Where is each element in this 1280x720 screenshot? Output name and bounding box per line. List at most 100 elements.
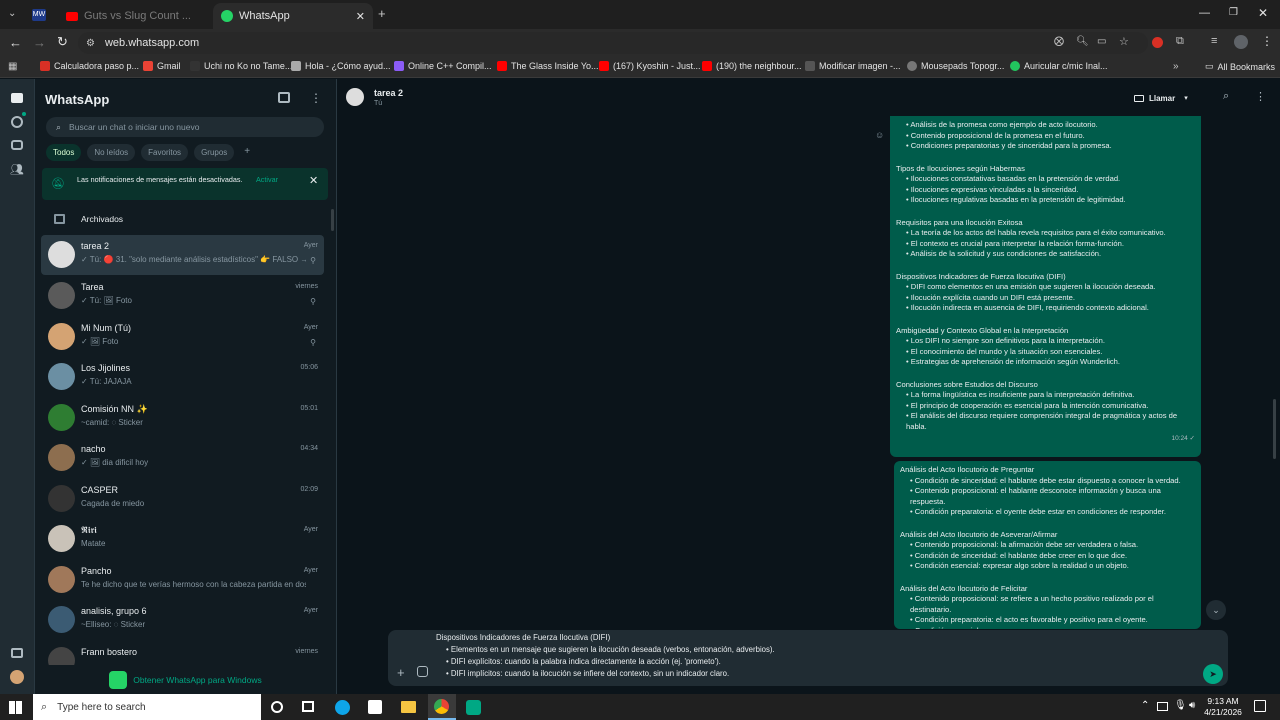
bookmark-2[interactable]: Gmail	[143, 61, 181, 71]
search-box[interactable]: ⌕ Buscar un chat o iniciar uno nuevo	[46, 117, 324, 137]
all-bookmarks[interactable]: ▭ All Bookmarks	[1205, 61, 1275, 72]
chat-menu-icon[interactable]: ⋮	[1255, 90, 1266, 103]
taskbar-search[interactable]: ⌕ Type here to search	[33, 694, 261, 720]
get-app-banner[interactable]: Obtener WhatsApp para Windows	[35, 665, 336, 694]
back-icon[interactable]: ←	[9, 35, 22, 50]
more-bookmarks-icon[interactable]: »	[1173, 61, 1179, 72]
message-bubble[interactable]: Análisis del Acto Ilocutorio de Pregunta…	[894, 461, 1201, 629]
bookmark-4[interactable]: Hola - ¿Cómo ayud...	[291, 61, 391, 71]
cortana-icon[interactable]	[271, 701, 283, 713]
search-chat-icon[interactable]: ⌕	[1223, 90, 1229, 103]
bookmark-7[interactable]: (167) Kyoshin - Just...	[599, 61, 701, 71]
tab-search-icon[interactable]: ⌄	[8, 8, 16, 19]
apps-grid-icon[interactable]: ▦	[8, 61, 17, 72]
scroll-down-button[interactable]: ⌄	[1206, 600, 1226, 620]
task-view-icon[interactable]	[302, 701, 314, 712]
new-chat-icon[interactable]	[278, 92, 290, 103]
reload-icon[interactable]: ↻	[57, 34, 68, 50]
edge-icon[interactable]	[335, 700, 350, 715]
communities-icon[interactable]: 👥︎	[10, 163, 24, 176]
add-filter-icon[interactable]: +	[240, 144, 254, 161]
search-placeholder: Buscar un chat o iniciar uno nuevo	[69, 122, 200, 132]
tab-whatsapp[interactable]: WhatsApp ✕	[213, 3, 373, 29]
close-window-button[interactable]: ✕	[1258, 6, 1268, 20]
windows-start-icon[interactable]	[9, 701, 22, 714]
media-gallery-icon[interactable]	[11, 648, 23, 658]
sticker-icon[interactable]	[417, 666, 428, 677]
network-icon[interactable]	[1157, 702, 1168, 711]
app-taskbar-icon[interactable]	[466, 700, 481, 715]
chat-name: 𝕽𝖎𝖗𝖎	[81, 525, 97, 535]
mic-icon[interactable]: 🎙︎	[1174, 700, 1187, 711]
call-button[interactable]: Llamar ▾	[1134, 90, 1188, 106]
close-notice-icon[interactable]: ✕	[309, 174, 318, 187]
chat-item-tarea[interactable]: Tarea ✓ Tú: 🖼 Foto viernes ⚲	[41, 276, 324, 316]
message-input[interactable]: Dispositivos Indicadores de Fuerza Ilocu…	[436, 632, 1196, 680]
chat-item-mi-num[interactable]: Mi Num (Tú) ✓ 🖼 Foto Ayer ⚲	[41, 317, 324, 357]
bookmark-9[interactable]: Modificar imagen -...	[805, 61, 901, 71]
bookmark-star-icon[interactable]: ☆	[1119, 35, 1129, 48]
bookmark-3[interactable]: Uchi no Ko no Tame...	[190, 61, 292, 71]
file-explorer-icon[interactable]	[401, 701, 416, 713]
menu-icon[interactable]: ⋮	[310, 91, 322, 105]
bullet-text: Ilocución explícita cuando un DIFI está …	[910, 292, 1075, 302]
volume-icon[interactable]: 🔊︎	[1189, 700, 1195, 711]
install-icon[interactable]: ▭	[1097, 36, 1106, 47]
chat-item-casper[interactable]: CASPER Cagada de miedo 02:09	[41, 479, 324, 519]
filter-grupos[interactable]: Grupos	[194, 144, 235, 161]
clock[interactable]: 9:13 AM 4/21/2026	[1200, 696, 1246, 718]
pinned-tab-mw[interactable]: MW	[32, 9, 46, 21]
settings-avatar[interactable]	[10, 670, 24, 684]
chat-item-analisis-grupo-6[interactable]: analisis, grupo 6 ~Elliseo: ◌ Sticker Ay…	[41, 600, 324, 640]
translate-icon[interactable]: ⨂	[1054, 36, 1064, 47]
filter-favoritos[interactable]: Favoritos	[141, 144, 189, 161]
bookmark-label: (167) Kyoshin - Just...	[613, 61, 701, 71]
chat-title[interactable]: tarea 2	[374, 88, 403, 98]
bookmark-5[interactable]: Online C++ Compil...	[394, 61, 492, 71]
chat-item-comision-nn[interactable]: Comisión NN ✨ ~camid: ◌ Sticker 05:01	[41, 398, 324, 438]
chat-avatar[interactable]	[346, 88, 364, 106]
chat-item-los-jijolines[interactable]: Los Jijolines ✓ Tú: JAJAJA 05:06	[41, 357, 324, 397]
message-bubble[interactable]: • Análisis de la promesa como ejemplo de…	[890, 116, 1201, 457]
archived-row[interactable]: Archivados	[42, 209, 328, 229]
filter-no-leidos[interactable]: No leídos	[87, 144, 136, 161]
bookmark-8[interactable]: (190) the neighbour...	[702, 61, 802, 71]
filter-todos[interactable]: Todos	[46, 144, 82, 161]
extension-icon[interactable]	[1152, 37, 1163, 48]
bookmark-6[interactable]: The Glass Inside Yo...	[497, 61, 599, 71]
extensions-puzzle-icon[interactable]: ⧉	[1176, 35, 1184, 48]
attach-icon[interactable]: +	[397, 665, 405, 680]
tray-up-icon[interactable]: ⌃	[1141, 700, 1149, 711]
new-tab-button[interactable]: +	[378, 6, 386, 21]
restore-button[interactable]: ❐	[1229, 7, 1238, 18]
emoji-react-icon[interactable]: ☺	[875, 130, 884, 140]
forward-icon[interactable]: →	[33, 35, 46, 50]
site-info-icon[interactable]: ⚙	[86, 38, 95, 49]
zoom-icon[interactable]: 🔍︎	[1076, 36, 1089, 47]
bookmark-1[interactable]: Calculadora paso p...	[40, 61, 139, 71]
activate-link[interactable]: Activar	[256, 175, 278, 184]
status-icon[interactable]	[11, 116, 23, 128]
minimize-button[interactable]: —	[1199, 7, 1210, 19]
chat-item-riri[interactable]: 𝕽𝖎𝖗𝖎 Matate Ayer	[41, 519, 324, 559]
chat-item-tarea-2[interactable]: tarea 2 ✓ Tú: 🔴 31. "solo mediante análi…	[41, 235, 324, 275]
bookmark-label: Uchi no Ko no Tame...	[204, 61, 293, 71]
bookmark-11[interactable]: Auricular c/mic Inal...	[1010, 61, 1108, 71]
close-tab-icon[interactable]: ✕	[356, 10, 365, 23]
chrome-menu-icon[interactable]: ⋮	[1261, 34, 1273, 48]
store-icon[interactable]	[368, 700, 382, 714]
chat-item-nacho[interactable]: nacho ✓ 🖼 dia dificil hoy 04:34	[41, 438, 324, 478]
notifications-icon[interactable]	[1254, 700, 1266, 712]
bullet-text: Contenido proposicional: se refiere a un…	[910, 594, 1154, 614]
profile-avatar[interactable]	[1234, 35, 1248, 49]
channels-icon[interactable]	[11, 140, 23, 150]
media-icon[interactable]: ≡	[1211, 35, 1217, 47]
tab-youtube[interactable]: Guts vs Slug Count ...	[58, 3, 208, 29]
chat-item-pancho[interactable]: Pancho Te he dicho que te verías hermoso…	[41, 560, 324, 600]
chat-scrollbar[interactable]	[1273, 399, 1276, 459]
chats-icon[interactable]	[11, 93, 23, 103]
bookmark-10[interactable]: Mousepads Topogr...	[907, 61, 1004, 71]
url-bar[interactable]: ⚙ web.whatsapp.com	[78, 32, 1148, 54]
chat-list-scrollbar[interactable]	[331, 209, 334, 231]
send-button[interactable]: ➤	[1203, 664, 1223, 684]
